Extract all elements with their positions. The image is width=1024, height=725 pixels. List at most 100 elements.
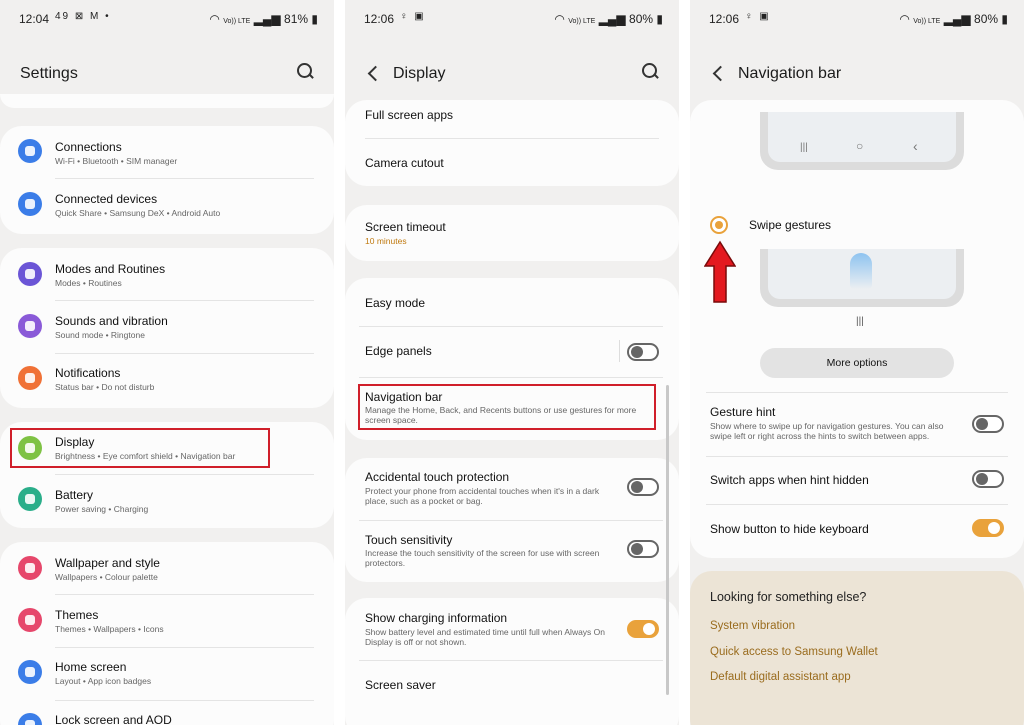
display-item-screen-timeout[interactable]: Screen timeout 10 minutes [345, 205, 679, 261]
back-button[interactable] [710, 60, 730, 86]
switch-apps-row[interactable]: Switch apps when hint hidden [690, 457, 1024, 503]
display-item-full-screen-apps[interactable]: Full screen apps [345, 100, 679, 138]
item-subtitle: Increase the touch sensitivity of the sc… [365, 548, 600, 568]
display-item-screen-saver[interactable]: Screen saver [345, 661, 679, 711]
battery-status: ◠ Vo)) LTE ▂▄▆ 80% ▮ [554, 12, 663, 26]
display-card-touch: Accidental touch protection Protect your… [345, 458, 679, 582]
charging-info-toggle[interactable] [627, 620, 659, 638]
page-title: Display [393, 65, 446, 82]
search-icon[interactable] [641, 62, 661, 82]
gesture-hint-row[interactable]: Gesture hint Show where to swipe up for … [690, 393, 1024, 455]
display-item-edge-panels[interactable]: Edge panels [345, 327, 679, 377]
item-title: Connections [55, 140, 122, 154]
buttons-preview[interactable]: ||| ○ ‹ [760, 112, 964, 170]
settings-item-notifications[interactable]: Notifications Status bar • Do not distur… [0, 354, 334, 406]
settings-item-connected-devices[interactable]: Connected devices Quick Share • Samsung … [0, 179, 334, 233]
status-bar: 12:06 ♀ ▣ ◠ Vo)) LTE ▂▄▆ 80% ▮ [690, 11, 1024, 27]
item-title: Home screen [55, 660, 127, 674]
item-title: Easy mode [365, 296, 426, 310]
signal-label: Vo)) LTE [913, 18, 941, 25]
item-title: Gesture hint [710, 405, 776, 419]
item-subtitle: Status bar • Do not disturb [55, 382, 155, 392]
battery-icon: ▮ [656, 12, 663, 26]
signal-icon: ▂▄▆ [943, 12, 971, 26]
display-card-timeout: Screen timeout 10 minutes [345, 205, 679, 261]
item-subtitle: 10 minutes [365, 236, 407, 246]
edge-panels-toggle[interactable] [627, 343, 659, 361]
more-options-label: More options [826, 357, 888, 369]
display-screen: 12:06 ♀ ▣ ◠ Vo)) LTE ▂▄▆ 80% ▮ Display F… [345, 0, 679, 725]
gestures-preview[interactable] [760, 249, 964, 307]
settings-item-modes[interactable]: Modes and Routines Modes • Routines [0, 248, 334, 300]
battery-status: ◠ Vo)) LTE ▂▄▆ 80% ▮ [899, 12, 1008, 26]
back-button[interactable] [365, 60, 385, 86]
item-subtitle: Quick Share • Samsung DeX • Android Auto [55, 208, 221, 218]
status-time: 12:04 [19, 12, 50, 26]
settings-item-home-screen[interactable]: Home screen Layout • App icon badges [0, 648, 334, 700]
show-button-toggle[interactable] [972, 519, 1004, 537]
link-system-vibration[interactable]: System vibration [710, 620, 795, 632]
link-digital-assistant[interactable]: Default digital assistant app [710, 671, 851, 683]
item-subtitle: Show battery level and estimated time un… [365, 627, 606, 647]
item-title: Screen saver [365, 678, 436, 692]
display-card-charging: Show charging information Show battery l… [345, 598, 679, 725]
navigation-bar-screen: 12:06 ♀ ▣ ◠ Vo)) LTE ▂▄▆ 80% ▮ Navigatio… [690, 0, 1024, 725]
themes-icon [18, 608, 42, 632]
item-title: Edge panels [365, 344, 432, 358]
settings-item-sounds[interactable]: Sounds and vibration Sound mode • Ringto… [0, 301, 334, 353]
display-item-accidental-touch[interactable]: Accidental touch protection Protect your… [345, 458, 679, 518]
show-button-row[interactable]: Show button to hide keyboard [690, 505, 1024, 551]
notification-icons: 49 ⊠ M • [55, 11, 111, 22]
settings-item-lock-screen[interactable]: Lock screen and AOD [0, 701, 334, 725]
navbar-options-card: ||| ○ ‹ Swipe gestures ||| More options … [690, 100, 1024, 558]
item-subtitle: Modes • Routines [55, 278, 122, 288]
item-title: Modes and Routines [55, 262, 166, 276]
gesture-hint-icon: ||| [856, 316, 864, 327]
display-item-touch-sensitivity[interactable]: Touch sensitivity Increase the touch sen… [345, 521, 679, 581]
item-subtitle: Show where to swipe up for navigation ge… [710, 421, 944, 441]
page-title: Navigation bar [738, 65, 842, 82]
item-title: Screen timeout [365, 220, 446, 234]
item-subtitle: Wallpapers • Colour palette [55, 572, 158, 582]
navigation-bar-highlight-box [358, 384, 656, 430]
search-icon[interactable] [296, 62, 316, 82]
battery-percent: 80% [629, 12, 654, 26]
wifi-icon: ◠ [899, 12, 910, 26]
item-title: Connected devices [55, 192, 158, 206]
settings-item-connections[interactable]: Connections Wi-Fi • Bluetooth • SIM mana… [0, 126, 334, 178]
notification-icon [18, 366, 42, 390]
settings-card-connect: Connections Wi-Fi • Bluetooth • SIM mana… [0, 126, 334, 234]
swipe-gestures-label[interactable]: Swipe gestures [749, 218, 831, 232]
wifi-icon: ◠ [554, 12, 565, 26]
display-card-apps: Full screen apps Camera cutout [345, 100, 679, 186]
settings-item-battery[interactable]: Battery Power saving • Charging [0, 475, 334, 527]
link-samsung-wallet[interactable]: Quick access to Samsung Wallet [710, 646, 878, 658]
status-bar: 12:04 49 ⊠ M • ◠ Vo)) LTE ▂▄▆ 81% ▮ [0, 11, 334, 27]
notification-icons: ♀ ▣ [745, 11, 771, 22]
item-title: Switch apps when hint hidden [710, 473, 869, 487]
battery-status: ◠ Vo)) LTE ▂▄▆ 81% ▮ [209, 12, 318, 26]
item-title: Show charging information [365, 611, 508, 625]
settings-item-wallpaper[interactable]: Wallpaper and style Wallpapers • Colour … [0, 542, 334, 594]
gesture-hint-toggle[interactable] [972, 415, 1004, 433]
more-options-button[interactable]: More options [760, 348, 954, 378]
looking-title: Looking for something else? [710, 590, 867, 604]
notification-icons: ♀ ▣ [400, 11, 426, 22]
scrollbar[interactable] [666, 385, 669, 695]
touch-sensitivity-toggle[interactable] [627, 540, 659, 558]
settings-item-themes[interactable]: Themes Themes • Wallpapers • Icons [0, 595, 334, 647]
accidental-touch-toggle[interactable] [627, 478, 659, 496]
display-item-camera-cutout[interactable]: Camera cutout [345, 139, 679, 185]
display-item-easy-mode[interactable]: Easy mode [345, 278, 679, 326]
status-bar: 12:06 ♀ ▣ ◠ Vo)) LTE ▂▄▆ 80% ▮ [345, 11, 679, 27]
signal-label: Vo)) LTE [223, 18, 251, 25]
item-title: Camera cutout [365, 156, 444, 170]
switch-apps-toggle[interactable] [972, 470, 1004, 488]
swipe-gestures-radio[interactable] [710, 216, 728, 234]
wifi-icon [18, 139, 42, 163]
modes-icon [18, 262, 42, 286]
item-title: Accidental touch protection [365, 470, 510, 484]
signal-label: Vo)) LTE [568, 18, 596, 25]
lock-icon [18, 713, 42, 725]
display-item-charging-info[interactable]: Show charging information Show battery l… [345, 598, 679, 658]
